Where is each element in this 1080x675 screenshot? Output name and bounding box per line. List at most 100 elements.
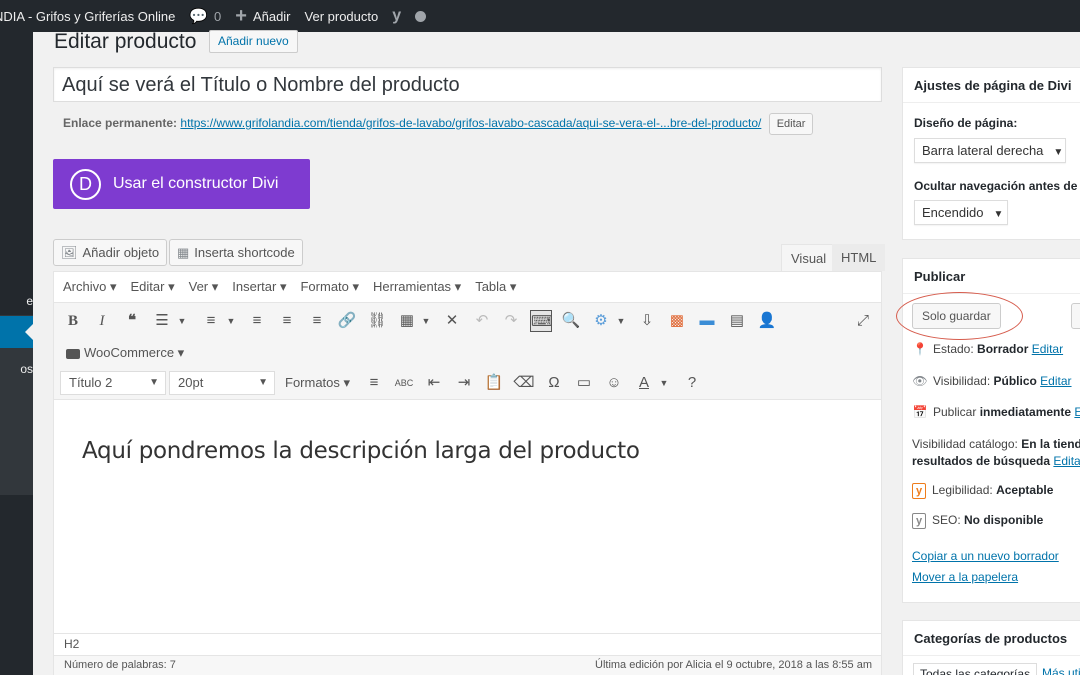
categories-tab-all[interactable]: Todas las categorías xyxy=(913,663,1038,675)
add-new-button[interactable]: Añadir nuevo xyxy=(209,30,298,53)
clear-formatting-icon[interactable]: ⌫ xyxy=(513,372,535,394)
fullscreen-icon[interactable]: ✕ xyxy=(441,310,463,332)
text-color-dropdown-icon[interactable]: ▼ xyxy=(659,372,669,394)
justify-icon[interactable]: ≡ xyxy=(363,372,385,394)
yoast-menu[interactable]: y xyxy=(385,0,408,32)
bullet-list-dropdown-icon[interactable]: ▼ xyxy=(177,310,187,332)
woocommerce-icon xyxy=(66,348,80,359)
toolbar-row-1: B I ❝ ☰ ▼ ≡ ▼ ≡ ≡ ≡ 🔗 ⛓ ▦ ▼ ✕ ↶ ↷ ⌨ 🔍 ⚙ … xyxy=(54,305,881,337)
emoticons-icon[interactable]: ☺ xyxy=(603,372,625,394)
page-break-icon[interactable]: ⇩ xyxy=(636,310,658,332)
menu-tools[interactable]: Herramientas ▾ xyxy=(373,279,461,295)
woocommerce-label: WooCommerce ▾ xyxy=(84,345,185,360)
table-dropdown-icon[interactable]: ▼ xyxy=(421,310,431,332)
expand-icon[interactable]: ⤢ xyxy=(852,310,874,332)
trash-link[interactable]: Mover a la papelera xyxy=(912,570,1018,584)
categories-tab-most-used[interactable]: Más uti xyxy=(1036,663,1080,675)
catalog-row-2: resultados de búsqueda Editar xyxy=(912,454,1080,468)
sidebar-item-partial-2[interactable]: os xyxy=(0,362,33,376)
readability-row: y Legibilidad: Aceptable xyxy=(912,483,1053,499)
menu-format[interactable]: Formato ▾ xyxy=(300,279,359,295)
editor-content[interactable]: Aquí pondremos la descripción larga del … xyxy=(82,438,640,464)
unlink-icon[interactable]: ⛓ xyxy=(366,310,388,332)
shortcode-icon: ▦ xyxy=(177,245,190,260)
status-edit-link[interactable]: Editar xyxy=(1032,342,1063,356)
view-product-link[interactable]: Ver producto xyxy=(298,0,386,32)
copy-draft-link[interactable]: Copiar a un nuevo borrador xyxy=(912,549,1059,563)
bold-icon[interactable]: B xyxy=(62,310,84,332)
align-center-icon[interactable]: ≡ xyxy=(276,310,298,332)
hide-nav-select[interactable]: Encendido ▼ xyxy=(914,200,1008,225)
numbered-list-icon[interactable]: ≡ xyxy=(200,310,222,332)
tab-html[interactable]: HTML xyxy=(832,244,886,271)
font-size-select[interactable]: 20pt ▼ xyxy=(169,371,275,395)
help-icon[interactable]: ? xyxy=(681,372,703,394)
status-label: Estado: xyxy=(933,342,978,356)
publish-edit-link[interactable]: E xyxy=(1074,405,1080,419)
site-name-link[interactable]: NDIA - Grifos y Griferías Online xyxy=(0,0,182,32)
sidebar-item-partial-1[interactable]: e xyxy=(0,294,33,308)
editor-statusbar: Número de palabras: 7 Última edición por… xyxy=(54,655,881,675)
tab-visual[interactable]: Visual xyxy=(781,244,837,271)
divi-builder-button[interactable]: D Usar el constructor Divi xyxy=(53,159,310,209)
permalink-label: Enlace permanente: xyxy=(63,116,178,131)
publish-label: Publicar xyxy=(933,405,980,419)
divider-icon[interactable]: ▬ xyxy=(696,310,718,332)
comments-link[interactable]: 💬 0 xyxy=(182,0,228,32)
grid-shortcodes-icon[interactable]: ▩ xyxy=(666,310,688,332)
catalog-edit-link[interactable]: Editar xyxy=(1053,454,1080,468)
page-layout-select[interactable]: Barra lateral derecha ▼ xyxy=(914,138,1066,163)
divi-logo-icon: D xyxy=(70,168,101,200)
element-path: H2 xyxy=(54,633,881,655)
read-more-icon[interactable]: ▤ xyxy=(726,310,748,332)
bullet-list-icon[interactable]: ☰ xyxy=(151,310,173,332)
insert-shortcode-button[interactable]: ▦ Inserta shortcode xyxy=(169,239,303,266)
strikethrough-icon[interactable]: ABC xyxy=(393,372,415,394)
pin-icon: 📍 xyxy=(912,342,928,356)
formats-dropdown[interactable]: Formatos ▾ xyxy=(285,375,350,391)
italic-icon[interactable]: I xyxy=(91,310,113,332)
text-color-icon[interactable]: A xyxy=(633,372,655,394)
copy-draft-row: Copiar a un nuevo borrador xyxy=(912,549,1059,563)
menu-edit[interactable]: Editar ▾ xyxy=(131,279,175,295)
preview-button[interactable] xyxy=(1071,303,1080,329)
permalink-url[interactable]: https://www.grifolandia.com/tienda/grifo… xyxy=(180,116,761,130)
woocommerce-dropdown[interactable]: WooCommerce ▾ xyxy=(66,345,184,361)
menu-table[interactable]: Tabla ▾ xyxy=(475,279,516,295)
align-right-icon[interactable]: ≡ xyxy=(306,310,328,332)
undo-icon[interactable]: ↶ xyxy=(471,310,493,332)
visibility-edit-link[interactable]: Editar xyxy=(1040,374,1071,388)
title-input[interactable]: Aquí se verá el Título o Nombre del prod… xyxy=(53,67,882,102)
block-format-value: Título 2 xyxy=(69,375,113,390)
publish-title: Publicar xyxy=(903,259,1080,294)
outdent-icon[interactable]: ⇤ xyxy=(423,372,445,394)
add-media-button[interactable]: 🖼 Añadir objeto xyxy=(53,239,168,266)
settings-dropdown-icon[interactable]: ▼ xyxy=(616,310,626,332)
add-new-link[interactable]: + Añadir xyxy=(228,0,297,32)
table-icon[interactable]: ▦ xyxy=(396,310,418,332)
numbered-list-dropdown-icon[interactable]: ▼ xyxy=(226,310,236,332)
redo-icon[interactable]: ↷ xyxy=(500,310,522,332)
paste-text-icon[interactable]: 📋 xyxy=(483,372,505,394)
seo-status[interactable] xyxy=(408,0,433,32)
chevron-down-icon: ▼ xyxy=(149,377,159,388)
special-character-icon[interactable]: Ω xyxy=(543,372,565,394)
layout-value: Barra lateral derecha xyxy=(922,143,1044,158)
indent-icon[interactable]: ⇥ xyxy=(453,372,475,394)
settings-gear-icon[interactable]: ⚙ xyxy=(590,310,612,332)
yoast-icon: y xyxy=(392,7,402,24)
blockquote-icon[interactable]: ❝ xyxy=(121,310,143,332)
chevron-down-icon: ▼ xyxy=(1053,147,1064,158)
toolbar-toggle-icon[interactable]: ⌨ xyxy=(530,310,553,332)
menu-view[interactable]: Ver ▾ xyxy=(189,279,219,295)
menu-file[interactable]: Archivo ▾ xyxy=(63,279,117,295)
block-format-select[interactable]: Título 2 ▼ xyxy=(60,371,166,395)
user-icon[interactable]: 👤 xyxy=(756,310,778,332)
menu-insert[interactable]: Insertar ▾ xyxy=(232,279,286,295)
link-icon[interactable]: 🔗 xyxy=(336,310,358,332)
permalink-edit-button[interactable]: Editar xyxy=(768,113,814,135)
horizontal-line-icon[interactable]: ▭ xyxy=(573,372,595,394)
sidebar-item-label: e xyxy=(26,294,33,308)
align-left-icon[interactable]: ≡ xyxy=(246,310,268,332)
find-replace-icon[interactable]: 🔍 xyxy=(560,310,582,332)
